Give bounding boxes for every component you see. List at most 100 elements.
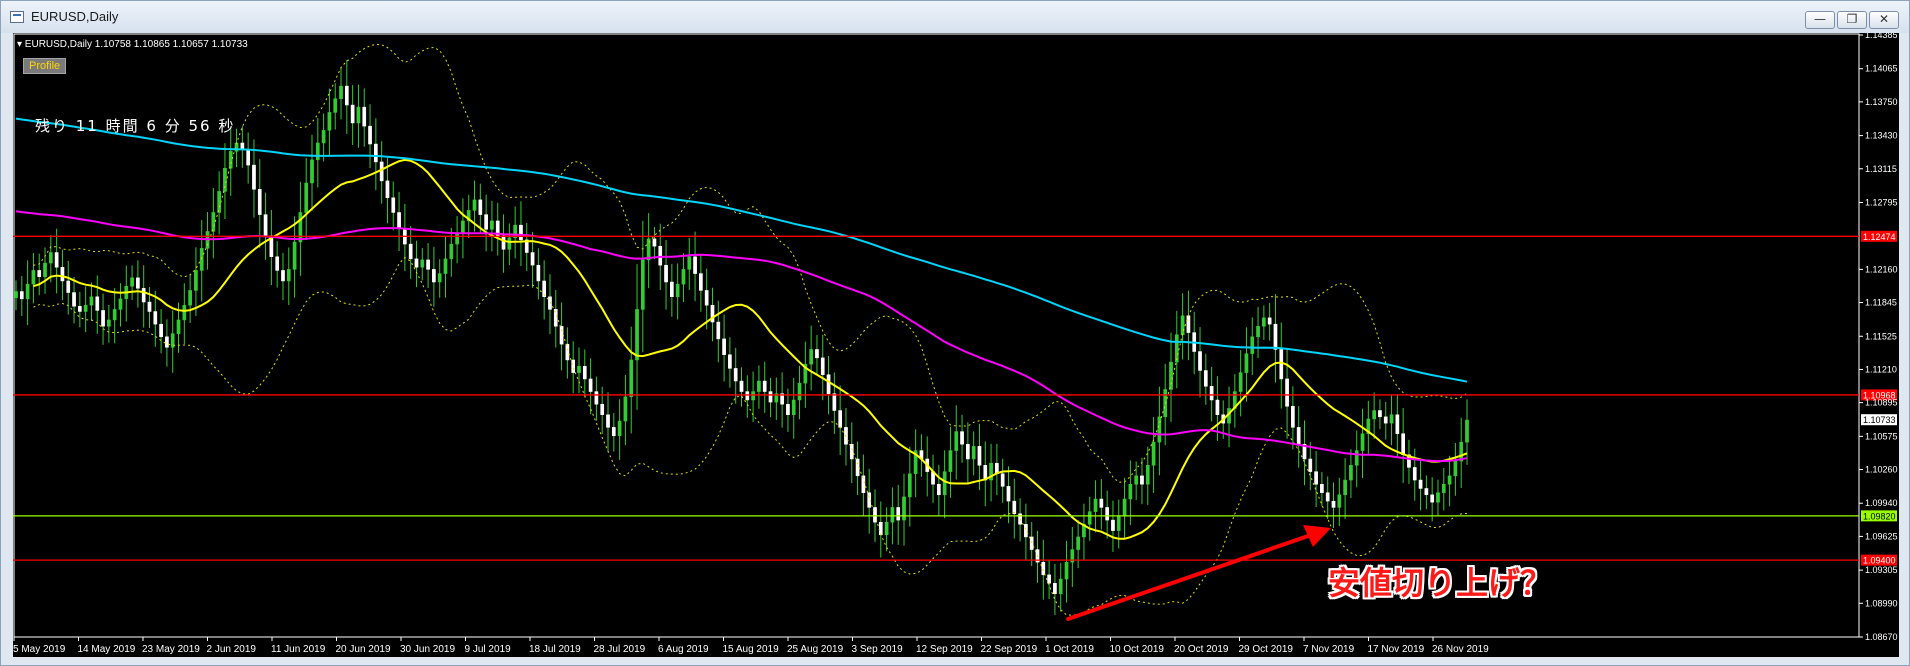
- bear-candle: [153, 311, 158, 325]
- bear-candle: [1412, 467, 1417, 481]
- price-chart[interactable]: 1.12474 1.10968 1.09820 1.09400 1.14385 1.140…: [13, 33, 1899, 657]
- bull-candle: [437, 273, 442, 283]
- bear-candle: [693, 256, 697, 274]
- bear-candle: [1000, 473, 1005, 487]
- time-axis-label: 10 Oct 2019: [1110, 644, 1165, 655]
- bull-candle: [217, 191, 221, 213]
- level-price-label: 1.09400: [1863, 556, 1896, 566]
- bull-candle: [310, 159, 314, 184]
- bear-candle: [826, 374, 831, 394]
- time-axis-label: 18 Jul 2019: [529, 644, 581, 655]
- bull-candle: [1116, 515, 1121, 531]
- restore-button[interactable]: ❐: [1837, 11, 1867, 29]
- minimize-button[interactable]: —: [1805, 11, 1835, 29]
- bull-candle: [1128, 484, 1133, 500]
- price-axis-label: 1.12795: [1865, 197, 1898, 207]
- time-axis-label: 2 Jun 2019: [207, 644, 257, 655]
- bull-candle: [89, 296, 94, 306]
- time-axis-label: 5 May 2019: [13, 644, 66, 655]
- time-axis-label: 3 Sep 2019: [852, 644, 904, 655]
- bull-candle: [327, 112, 332, 131]
- bear-candle: [559, 326, 564, 345]
- time-axis-label: 15 Aug 2019: [723, 644, 780, 655]
- bear-candle: [606, 414, 610, 428]
- bull-candle: [176, 319, 181, 334]
- bull-candle: [182, 304, 187, 321]
- bear-candle: [565, 343, 570, 361]
- bull-candle: [1151, 441, 1156, 466]
- bull-candle: [948, 450, 953, 472]
- time-axis-label: 17 Nov 2019: [1368, 644, 1425, 655]
- bollinger-upper-band: [33, 43, 1468, 483]
- bear-candle: [652, 238, 657, 247]
- bull-candle: [14, 291, 18, 299]
- bull-candle: [1076, 536, 1080, 550]
- bear-candle: [136, 277, 140, 289]
- bear-candle: [484, 214, 488, 230]
- bear-candle: [1099, 498, 1104, 508]
- bear-candle: [786, 403, 790, 415]
- bear-candle: [658, 245, 663, 266]
- bear-candle: [501, 235, 506, 250]
- bull-candle: [118, 298, 123, 310]
- annotation-arrow-shaft: [1066, 533, 1313, 621]
- bear-candle: [664, 264, 668, 283]
- bull-candle: [635, 309, 639, 361]
- bear-candle: [1320, 484, 1324, 493]
- price-axis-label: 1.14065: [1865, 64, 1898, 74]
- bull-candle: [48, 252, 53, 264]
- bear-candle: [1006, 486, 1011, 502]
- bear-candle: [66, 280, 71, 293]
- window-titlebar[interactable]: EURUSD,Daily — ❐ ✕: [1, 1, 1909, 33]
- bull-candle: [1262, 317, 1266, 327]
- bear-candle: [281, 270, 285, 282]
- bear-candle: [246, 149, 251, 166]
- bull-candle: [25, 283, 30, 300]
- bear-candle: [722, 338, 726, 355]
- bull-candle: [315, 142, 320, 161]
- bear-candle: [141, 288, 146, 303]
- bull-candle: [954, 431, 959, 451]
- bull-candle: [298, 212, 303, 243]
- profile-button[interactable]: Profile: [23, 58, 67, 74]
- price-axis-label: 1.11210: [1865, 364, 1897, 374]
- bear-candle: [54, 252, 59, 268]
- price-axis-label: 1.08990: [1865, 598, 1898, 608]
- bear-candle: [391, 197, 396, 213]
- bear-candle: [1111, 519, 1115, 531]
- bear-candle: [77, 305, 82, 312]
- candlestick-chart[interactable]: 1.124741.109681.098201.094001.143851.140…: [13, 33, 1899, 657]
- bear-candle: [867, 492, 872, 508]
- bull-candle: [1372, 410, 1376, 420]
- time-axis-label: 11 Jun 2019: [271, 644, 326, 655]
- time-axis-label: 23 May 2019: [142, 644, 200, 655]
- bull-candle: [1058, 578, 1063, 595]
- bear-candle: [670, 281, 674, 298]
- bull-candle: [321, 130, 326, 144]
- bull-candle: [1174, 334, 1179, 363]
- bull-candle: [1134, 475, 1139, 485]
- bear-candle: [745, 391, 750, 401]
- bull-candle: [130, 277, 134, 287]
- price-axis-label: 1.12160: [1865, 264, 1898, 274]
- bear-candle: [832, 393, 837, 411]
- bull-candle: [640, 259, 645, 310]
- chart-window: EURUSD,Daily — ❐ ✕ 1.12474 1.10968 1.09820…: [0, 0, 1910, 666]
- bear-candle: [1314, 471, 1318, 485]
- bar-countdown-text: 残り 11 時間 6 分 56 秒: [35, 117, 236, 135]
- bear-candle: [1047, 574, 1051, 584]
- moving-average-mid: [15, 210, 1468, 463]
- bear-candle: [536, 264, 541, 282]
- bull-candle: [107, 319, 111, 327]
- bear-candle: [1378, 410, 1382, 418]
- symbol-ohlc-header: ▾ EURUSD,Daily 1.10758 1.10865 1.10657 1…: [17, 39, 248, 50]
- bear-candle: [147, 301, 152, 312]
- time-axis-label: 9 Jul 2019: [465, 644, 512, 655]
- close-button[interactable]: ✕: [1869, 11, 1899, 29]
- bear-candle: [350, 104, 355, 124]
- bear-candle: [37, 270, 42, 277]
- bear-candle: [838, 410, 843, 428]
- price-axis-label: 1.14385: [1865, 33, 1898, 40]
- bull-candle: [356, 106, 361, 124]
- bear-candle: [728, 354, 732, 369]
